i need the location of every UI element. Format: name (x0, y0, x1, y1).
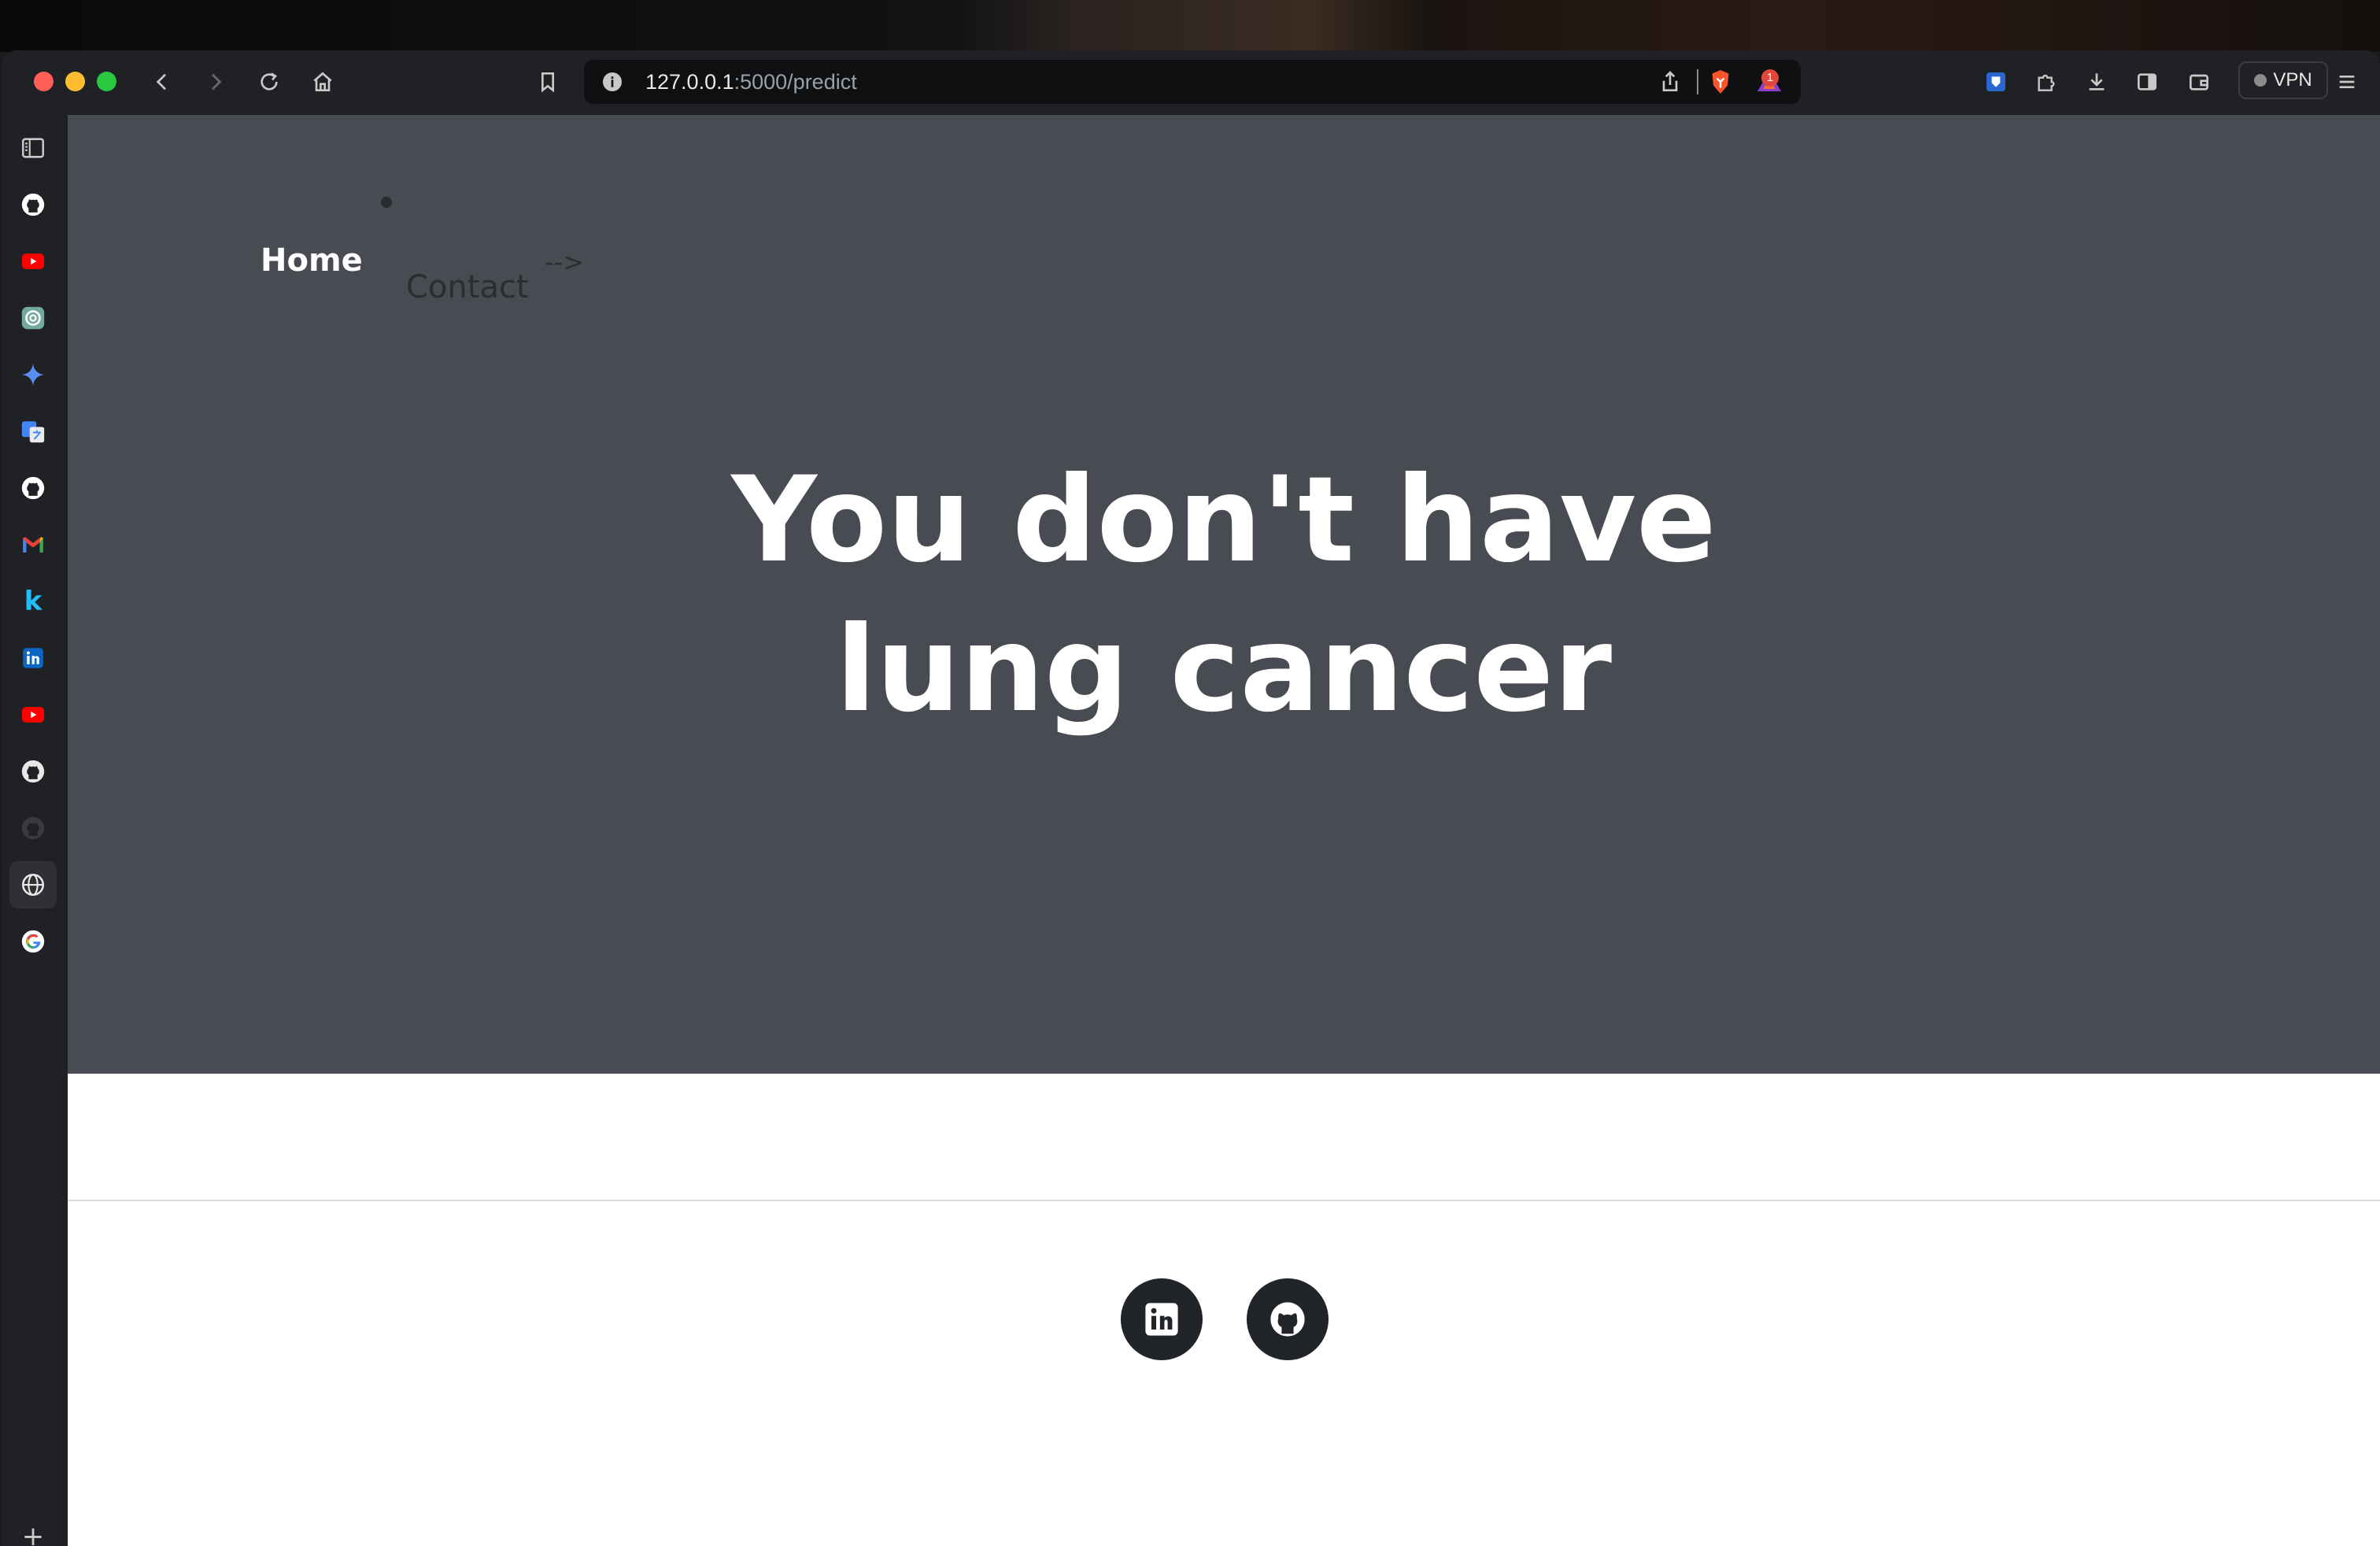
hamburger-menu-icon (2339, 76, 2355, 88)
sidebar-item-translate[interactable] (16, 414, 50, 449)
url-host: 127.0.0.1 (645, 70, 734, 94)
sidebar-item-github-2[interactable] (16, 471, 50, 505)
home-icon (313, 72, 332, 91)
result-line-2: lung cancer (835, 601, 1613, 738)
translate-icon (21, 421, 45, 443)
sidebar-button[interactable] (2133, 68, 2161, 96)
sidebar-item-github-4[interactable] (16, 811, 50, 845)
sidebar-item-linkedin[interactable] (16, 641, 50, 675)
web-page: Home Contact --> You don't have lung can… (68, 115, 2380, 1546)
puzzle-icon (2038, 74, 2055, 91)
extensions-button[interactable] (2032, 68, 2060, 96)
sidebar-item-web[interactable] (9, 861, 57, 908)
nav-contact-link[interactable]: Contact (406, 269, 529, 305)
google-icon (21, 930, 45, 953)
sidebar-item-gmail[interactable] (16, 527, 50, 562)
notification-badge: 1 (1761, 69, 1779, 87)
vertical-sidebar: k + (2, 113, 65, 1546)
github-icon (21, 476, 45, 500)
list-bullet (381, 197, 392, 208)
youtube-icon (21, 707, 45, 723)
share-icon[interactable] (1658, 69, 1683, 94)
downloads-button[interactable] (2082, 68, 2111, 96)
home-button[interactable] (309, 68, 337, 96)
globe-icon (21, 873, 45, 897)
bookmark-button[interactable] (534, 68, 562, 96)
reload-button[interactable] (255, 68, 283, 96)
sidebar-panel-icon (21, 138, 45, 158)
url-path: :5000/predict (734, 70, 857, 94)
hero-section: Home Contact --> You don't have lung can… (68, 115, 2380, 1074)
github-link[interactable] (1247, 1278, 1329, 1360)
result-line-1: You don't have (731, 452, 1717, 589)
close-window-button[interactable] (34, 72, 54, 91)
vpn-label: VPN (2273, 69, 2312, 91)
sidebar-item-google[interactable] (16, 924, 50, 959)
sidebar-item-gemini[interactable] (16, 357, 50, 392)
wallet-button[interactable] (2185, 68, 2213, 96)
github-icon (21, 760, 45, 783)
bookmark-icon (541, 72, 554, 93)
browser-toolbar: 127.0.0.1:5000/predict 1 VPN (2, 50, 2380, 113)
sidebar-item-chatgpt[interactable] (16, 301, 50, 335)
youtube-icon (21, 253, 45, 269)
linkedin-icon (1145, 1303, 1178, 1336)
gmail-icon (23, 537, 43, 553)
download-icon (2089, 73, 2105, 91)
sidebar-item-github-3[interactable] (16, 754, 50, 789)
desktop-wallpaper (0, 0, 2380, 52)
reload-icon (261, 72, 278, 91)
site-info-icon[interactable] (600, 69, 625, 94)
linkedin-link[interactable] (1121, 1278, 1203, 1360)
sidebar-item-toggle[interactable] (16, 131, 50, 165)
prediction-result-heading: You don't have lung cancer (68, 446, 2380, 745)
nav-home-link[interactable]: Home (261, 242, 363, 279)
url-text[interactable]: 127.0.0.1:5000/predict (645, 68, 857, 96)
chevron-right-icon (212, 73, 222, 91)
chatgpt-icon (21, 306, 45, 330)
sidebar-item-kaggle[interactable]: k (16, 584, 50, 619)
stray-html-comment-text: --> (545, 247, 584, 277)
kaggle-icon: k (24, 586, 42, 617)
vpn-button[interactable]: VPN (2238, 61, 2328, 99)
linkedin-icon (23, 648, 43, 668)
minimize-window-button[interactable] (65, 72, 85, 91)
bitwarden-extension[interactable] (1982, 68, 2010, 96)
gemini-icon (21, 363, 45, 386)
vpn-status-icon (2254, 74, 2267, 87)
sidebar-item-youtube-2[interactable] (16, 697, 50, 732)
footer-divider (68, 1200, 2380, 1201)
menu-button[interactable] (2333, 68, 2361, 96)
github-icon (1270, 1302, 1305, 1337)
forward-button[interactable] (201, 68, 230, 96)
github-icon (21, 816, 45, 840)
sidebar-panel-icon (2138, 73, 2156, 91)
chevron-left-icon (156, 73, 166, 91)
shield-icon (1986, 72, 2005, 91)
brave-shields-icon[interactable] (1706, 68, 1735, 96)
browser-window: 127.0.0.1:5000/predict 1 VPN k + Home Co… (2, 50, 2380, 1546)
plus-icon: + (21, 1521, 45, 1546)
brave-rewards-button[interactable]: 1 (1755, 68, 1787, 96)
zoom-window-button[interactable] (97, 72, 116, 91)
address-bar-divider (1697, 69, 1698, 94)
address-bar[interactable]: 127.0.0.1:5000/predict 1 (584, 60, 1801, 104)
github-icon (21, 193, 45, 216)
wallet-icon (2190, 74, 2208, 91)
sidebar-item-github[interactable] (16, 187, 50, 222)
back-button[interactable] (148, 68, 176, 96)
sidebar-item-youtube[interactable] (16, 244, 50, 279)
sidebar-item-add[interactable]: + (16, 1519, 50, 1546)
